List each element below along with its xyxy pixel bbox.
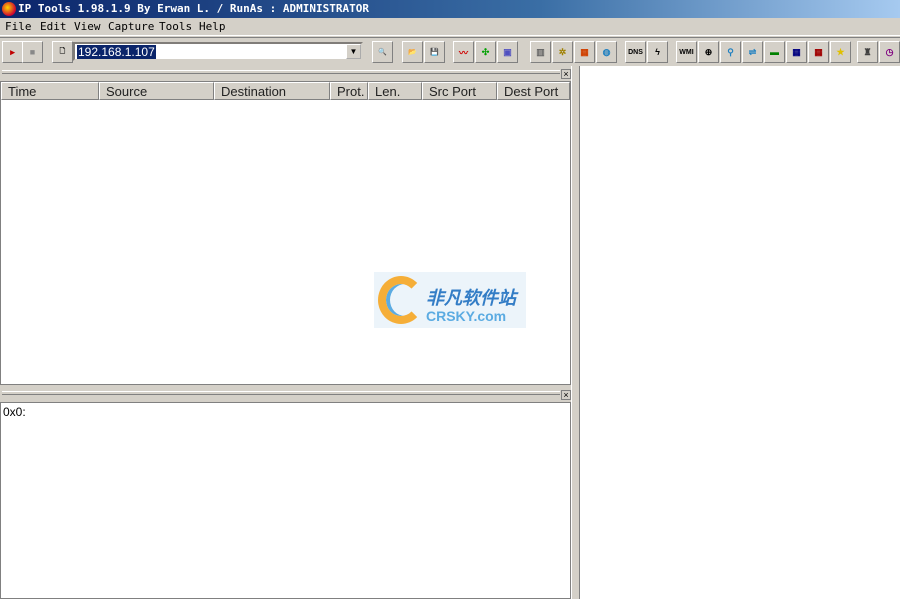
column-destination[interactable]: Destination: [214, 82, 330, 100]
search-button[interactable]: 🔍: [372, 41, 393, 63]
menu-capture[interactable]: Capture: [108, 20, 154, 33]
menu-edit[interactable]: Edit: [40, 20, 67, 33]
title-bar: IP Tools 1.98.1.9 By Erwan L. / RunAs : …: [0, 0, 900, 18]
app-icon: [2, 2, 16, 16]
table-icon: ▦: [792, 46, 801, 57]
dns-button[interactable]: DNS: [625, 41, 646, 63]
hex-pane-grip[interactable]: [2, 391, 560, 395]
crosshair-icon: ⊕: [704, 46, 713, 57]
graph-button[interactable]: 〰: [453, 41, 474, 63]
window-title: IP Tools 1.98.1.9 By Erwan L. / RunAs : …: [18, 2, 369, 15]
gears-icon: ✲: [558, 46, 567, 57]
document-icon: 🗋: [59, 47, 66, 55]
table-button[interactable]: ▦: [786, 41, 807, 63]
column-time[interactable]: Time: [1, 82, 99, 100]
packet-pane-close-icon[interactable]: ×: [561, 69, 571, 79]
clock-user-icon: ◷: [885, 46, 894, 57]
save-button[interactable]: 💾: [424, 41, 445, 63]
vertical-splitter[interactable]: [571, 66, 580, 599]
start-capture-button[interactable]: ▸: [2, 41, 23, 63]
chevron-down-icon[interactable]: ▼: [346, 44, 361, 59]
servers-icon: ▥: [536, 46, 545, 57]
column-dest-port[interactable]: Dest Port: [497, 82, 570, 100]
trace-button[interactable]: ϟ: [647, 41, 668, 63]
hex-dump-pane[interactable]: 0x0:: [0, 402, 571, 599]
column-source[interactable]: Source: [99, 82, 214, 100]
menu-view[interactable]: View: [74, 20, 101, 33]
detail-pane[interactable]: [580, 66, 900, 599]
computers-icon: ▣: [503, 46, 512, 57]
floppy-icon: 💾: [430, 49, 439, 56]
column-src-port[interactable]: Src Port: [422, 82, 497, 100]
open-button[interactable]: 📂: [402, 41, 423, 63]
table-red-button[interactable]: ▦: [808, 41, 829, 63]
trace-icon: ϟ: [655, 47, 660, 57]
connections-icon: ⇌: [748, 46, 757, 57]
column-length[interactable]: Len.: [368, 82, 422, 100]
scan-button[interactable]: ⊕: [698, 41, 719, 63]
wmi-icon: WMI: [679, 48, 694, 56]
menu-bar: File Edit View Capture Tools Help: [0, 18, 900, 36]
users-icon: ⚲: [727, 46, 734, 57]
menu-tools[interactable]: Tools: [159, 20, 192, 33]
firewall-icon: ▦: [580, 46, 589, 57]
address-combobox[interactable]: 192.168.1.107 ▼: [73, 42, 363, 61]
menu-file[interactable]: File: [5, 20, 32, 33]
stop-icon: ■: [29, 47, 36, 57]
network-button[interactable]: ✣: [475, 41, 496, 63]
favorites-button[interactable]: ★: [830, 41, 851, 63]
table-red-icon: ▦: [814, 46, 823, 57]
menu-help[interactable]: Help: [199, 20, 226, 33]
remote-admin-icon: ♜: [863, 46, 872, 57]
watermark-logo: 非凡软件站 CRSKY.com: [374, 272, 526, 328]
globe-icon: ◍: [602, 46, 611, 57]
wmi-button[interactable]: WMI: [676, 41, 697, 63]
play-icon: ▸: [10, 46, 15, 57]
internet-button[interactable]: ◍: [596, 41, 617, 63]
firewall-button[interactable]: ▦: [574, 41, 595, 63]
dns-icon: DNS: [628, 48, 643, 56]
packet-pane-grip[interactable]: [2, 70, 560, 74]
line-graph-icon: 〰: [458, 47, 468, 58]
connections-button[interactable]: ⇌: [742, 41, 763, 63]
users-button[interactable]: ⚲: [720, 41, 741, 63]
remote-admin-button[interactable]: ♜: [857, 41, 878, 63]
hex-pane-close-icon[interactable]: ×: [561, 390, 571, 400]
toolbar: 192.168.1.107 ▼ ▸ ■ 🗋 🔍 📂 💾 〰 ✣ ▣ ▥ ✲ ▦ ◍ DNS ϟ WMI ⊕ ⚲ ⇌ ▬…: [0, 37, 900, 65]
column-protocol[interactable]: Prot.: [330, 82, 368, 100]
address-input[interactable]: 192.168.1.107: [77, 45, 156, 59]
network-card-icon: ▬: [770, 47, 779, 57]
scheduler-button[interactable]: ◷: [879, 41, 900, 63]
services-button[interactable]: ✲: [552, 41, 573, 63]
magnifier-icon: 🔍: [378, 49, 387, 56]
nic-button[interactable]: ▬: [764, 41, 785, 63]
packet-list[interactable]: Time Source Destination Prot. Len. Src P…: [0, 81, 571, 385]
network-nodes-icon: ✣: [481, 46, 490, 57]
new-button[interactable]: 🗋: [52, 41, 73, 63]
star-icon: ★: [836, 46, 845, 57]
computers-button[interactable]: ▣: [497, 41, 518, 63]
hex-offset: 0x0:: [3, 405, 26, 419]
stop-capture-button[interactable]: ■: [22, 41, 43, 63]
servers-button[interactable]: ▥: [530, 41, 551, 63]
folder-icon: 📂: [408, 49, 417, 56]
